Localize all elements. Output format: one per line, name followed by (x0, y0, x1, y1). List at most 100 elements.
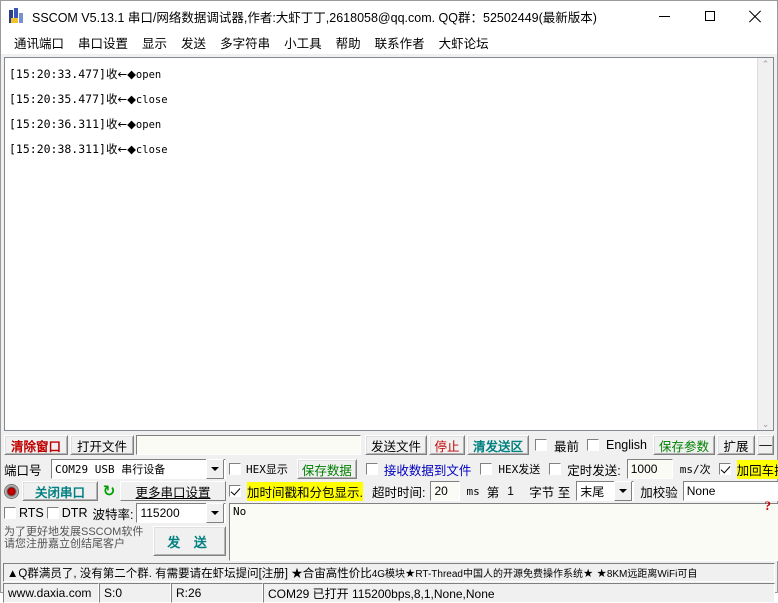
dtr-label: DTR (61, 506, 88, 520)
byte-to-select[interactable]: 末尾 (576, 481, 635, 501)
port-select[interactable]: COM29 USB 串行设备 (51, 459, 226, 479)
hex-send-checkbox[interactable] (480, 463, 493, 475)
timestamp-label: 加时间戳和分包显示. (247, 481, 363, 501)
timeout-label: 超时时间: (371, 485, 426, 500)
clear-window-button[interactable]: 清除窗口 (4, 435, 68, 455)
settings-panel: 端口号 COM29 USB 串行设备 关闭串口 ↻ 更多串口设置 RTS DTR… (1, 457, 778, 561)
send-textarea[interactable]: No (229, 503, 778, 561)
chevron-down-icon[interactable] (206, 503, 224, 523)
chevron-down-icon[interactable] (614, 481, 633, 501)
english-label: English (606, 438, 647, 452)
advertisement-bar[interactable]: ▲Q群满员了, 没有第二个群. 有需要请在虾坛提问[注册] ★合宙高性价比 4G模… (3, 563, 775, 582)
english-checkbox-group[interactable]: English (583, 438, 649, 452)
timestamp-checkbox[interactable] (229, 485, 241, 497)
hex-send-label: HEX发送 (498, 463, 541, 476)
status-bar: www.daxia.com S:0 R:26 COM29 已打开 115200b… (3, 583, 775, 603)
ad-text-4: RT-Thread中国人的开源免费操作系统 (415, 569, 583, 580)
stop-button[interactable]: 停止 (428, 435, 465, 455)
menu-item-help[interactable]: 帮助 (329, 31, 368, 54)
ad-text-3: ★ (405, 567, 416, 580)
byte-from-input[interactable]: 1 (504, 481, 526, 501)
rts-checkbox[interactable] (4, 507, 16, 519)
menu-item-comm-port[interactable]: 通讯端口 (7, 31, 71, 54)
menu-bar: 通讯端口 串口设置 显示 发送 多字符串 小工具 帮助 联系作者 大虾论坛 (1, 31, 777, 54)
log-timestamp: [15:20:38.311] (9, 142, 106, 156)
timed-send-interval-input[interactable]: 1000 (626, 459, 673, 479)
ad-text-1: ▲Q群满员了, 没有第二个群. 有需要请在虾坛提问[注册] ★合宙高性价比 (7, 567, 372, 580)
menu-item-multi-string[interactable]: 多字符串 (213, 31, 277, 54)
log-arrow-icon: ←◆ (117, 117, 136, 131)
timeout-unit-label: ms (466, 484, 480, 498)
display-options-column: HEX显示 保存数据 接收数据到文件 HEX发送 定时发送: 1000 ms/次… (226, 459, 778, 561)
status-sent-count: S:0 (99, 583, 171, 603)
topmost-checkbox-group[interactable]: 最前 (531, 436, 581, 455)
display-options-row: HEX显示 保存数据 接收数据到文件 HEX发送 定时发送: 1000 ms/次… (229, 459, 778, 479)
menu-item-contact[interactable]: 联系作者 (368, 31, 432, 54)
extend-button[interactable]: 扩展 (717, 435, 755, 455)
hex-display-label: HEX显示 (246, 463, 288, 476)
crlf-label: 加回车换行 (736, 459, 778, 479)
close-icon (748, 10, 761, 23)
serial-settings-column: 端口号 COM29 USB 串行设备 关闭串口 ↻ 更多串口设置 RTS DTR… (4, 459, 226, 561)
close-button[interactable] (732, 1, 777, 31)
topmost-checkbox[interactable] (534, 439, 547, 451)
port-select-value: COM29 USB 串行设备 (55, 463, 166, 476)
menu-item-forum[interactable]: 大虾论坛 (432, 31, 496, 54)
collapse-button[interactable]: — (757, 435, 774, 455)
close-port-button[interactable]: 关闭串口 (22, 481, 98, 501)
menu-item-send[interactable]: 发送 (174, 31, 213, 54)
log-line: [15:20:36.311]收←◆open (9, 112, 755, 137)
log-payload: open (135, 69, 162, 81)
crlf-checkbox[interactable] (718, 463, 731, 475)
scroll-down-icon[interactable]: ⌄ (762, 418, 770, 430)
timed-send-checkbox[interactable] (549, 463, 562, 475)
send-button[interactable]: 发 送 (153, 526, 226, 556)
promo-line-1: 为了更好地发展SSCOM软件 (4, 526, 144, 538)
file-toolbar: 清除窗口 打开文件 发送文件 停止 清发送区 最前 English 保存参数 扩… (1, 431, 777, 457)
promo-line-2: 请您注册嘉立创结尾客户 (4, 538, 125, 550)
log-direction: 收 (105, 94, 118, 106)
topmost-label: 最前 (553, 439, 579, 454)
baud-select-value: 115200 (140, 506, 180, 520)
send-action-row: 为了更好地发展SSCOM软件 请您注册嘉立创结尾客户 发 送 (4, 526, 226, 556)
ad-text-6: 8KM远距离WiFi可自 (606, 569, 698, 580)
chevron-down-icon[interactable] (206, 459, 224, 479)
recv-to-file-checkbox[interactable] (365, 463, 378, 475)
byte-to-select-value: 末尾 (580, 484, 605, 499)
menu-item-port-settings[interactable]: 串口设置 (71, 31, 135, 54)
menu-item-display[interactable]: 显示 (135, 31, 174, 54)
status-website[interactable]: www.daxia.com (3, 583, 99, 603)
app-logo-icon (9, 8, 25, 24)
log-line: [15:20:35.477]收←◆close (9, 87, 755, 112)
status-connection-info: COM29 已打开 115200bps,8,1,None,None (263, 583, 775, 603)
save-data-button[interactable]: 保存数据 (296, 459, 357, 479)
hex-display-checkbox[interactable] (229, 463, 241, 475)
receive-log[interactable]: [15:20:33.477]收←◆open [15:20:35.477]收←◆c… (5, 58, 757, 430)
maximize-button[interactable] (687, 1, 732, 31)
dtr-checkbox[interactable] (46, 507, 59, 519)
scroll-up-icon[interactable]: ⌃ (762, 58, 770, 70)
menu-item-tools[interactable]: 小工具 (277, 31, 329, 54)
send-file-button[interactable]: 发送文件 (364, 435, 427, 455)
receive-scrollbar[interactable]: ⌃ ⌄ (757, 58, 773, 430)
window-title: SSCOM V5.13.1 串口/网络数据调试器,作者:大虾丁丁,2618058… (32, 10, 597, 25)
ad-text-5: ★ ★ (582, 567, 607, 580)
save-params-button[interactable]: 保存参数 (653, 435, 715, 455)
clear-send-area-button[interactable]: 清发送区 (466, 435, 529, 455)
byte-range-label: 字节 至 (529, 485, 571, 500)
file-path-input[interactable] (136, 435, 361, 455)
timeout-input[interactable]: 20 (430, 481, 461, 501)
more-port-settings-button[interactable]: 更多串口设置 (120, 481, 226, 501)
minimize-icon (659, 15, 670, 17)
log-line: [15:20:38.311]收←◆close (9, 137, 755, 162)
open-file-button[interactable]: 打开文件 (70, 435, 134, 455)
byte-from-label: 第 (486, 485, 500, 500)
english-checkbox[interactable] (587, 439, 599, 451)
port-status-led-icon (4, 483, 19, 499)
minimize-button[interactable] (642, 1, 687, 31)
help-question-icon[interactable]: ? (765, 498, 772, 514)
log-arrow-icon: ←◆ (117, 67, 136, 81)
baud-select[interactable]: 115200 (136, 503, 226, 523)
log-timestamp: [15:20:35.477] (9, 92, 106, 106)
refresh-ports-icon[interactable]: ↻ (101, 483, 117, 499)
